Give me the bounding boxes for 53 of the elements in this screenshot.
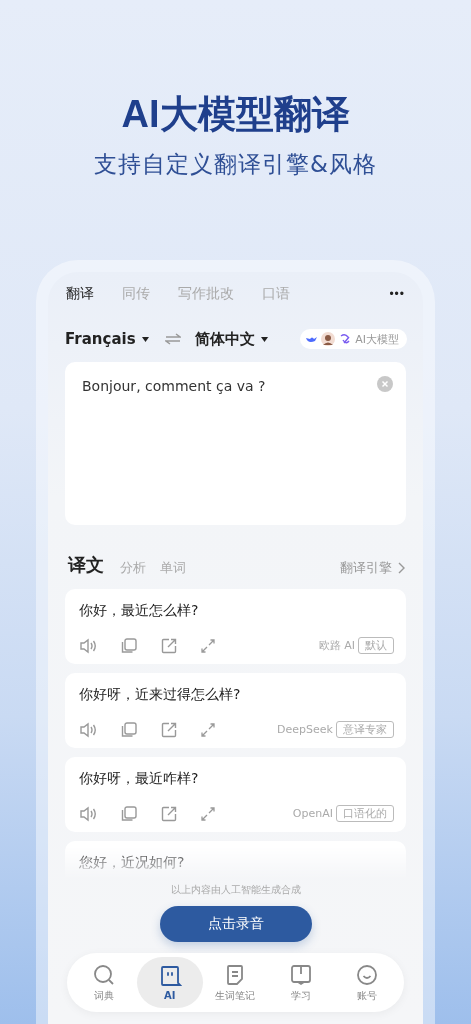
- engine-name: OpenAI: [292, 807, 333, 820]
- share-icon[interactable]: [161, 805, 177, 822]
- style-tag: 口语化的: [336, 805, 394, 822]
- copy-icon[interactable]: [121, 805, 137, 822]
- speaker-icon[interactable]: [79, 805, 97, 822]
- tab[interactable]: 口语: [262, 285, 290, 303]
- result-tab[interactable]: 译文: [68, 553, 104, 577]
- more-button[interactable]: •••: [389, 287, 405, 301]
- caret-icon: [141, 336, 149, 342]
- hero-subtitle: 支持自定义翻译引擎&风格: [94, 150, 377, 179]
- expand-icon[interactable]: [201, 806, 215, 821]
- style-tag: 意译专家: [336, 721, 394, 738]
- clear-icon[interactable]: [377, 376, 393, 392]
- caret-icon: [260, 336, 268, 342]
- nav-item[interactable]: 词典: [71, 957, 137, 1008]
- search-icon: [91, 962, 116, 987]
- result-tab[interactable]: 分析: [120, 559, 146, 577]
- result-tab[interactable]: 单词: [160, 559, 186, 577]
- speaker-icon[interactable]: [79, 721, 97, 738]
- nav-item[interactable]: 生词笔记: [202, 957, 269, 1008]
- translation-text: 你好呀，最近咋样?: [79, 769, 200, 787]
- tab[interactable]: 写作批改: [178, 285, 234, 303]
- style-tag: 默认: [358, 637, 394, 654]
- engine-link[interactable]: 翻译引擎: [340, 559, 405, 577]
- model-badge[interactable]: AI大模型: [300, 329, 407, 349]
- engine-name: DeepSeek: [277, 723, 333, 736]
- share-icon[interactable]: [161, 721, 177, 738]
- model-badge-label: AI大模型: [355, 331, 399, 347]
- avatar-icon: [321, 332, 336, 346]
- tab[interactable]: 同传: [122, 285, 150, 303]
- translation-text: 你好呀，近来过得怎么样?: [79, 685, 242, 703]
- source-text-field[interactable]: Bonjour, comment ça va ?: [82, 378, 352, 394]
- translation-text: 你好，最近怎么样?: [79, 601, 200, 619]
- expand-icon[interactable]: [201, 638, 215, 653]
- expand-icon[interactable]: [201, 722, 215, 737]
- share-icon[interactable]: [161, 637, 177, 654]
- nav-item[interactable]: AI: [136, 957, 203, 1008]
- nav-item[interactable]: 学习: [268, 957, 335, 1008]
- copy-icon[interactable]: [121, 721, 137, 738]
- target-language-dropdown[interactable]: 简体中文: [194, 329, 268, 349]
- copy-icon[interactable]: [121, 637, 137, 654]
- engine-name: 欧路 AI: [318, 638, 355, 653]
- chevron-right-icon: [398, 562, 405, 574]
- speaker-icon[interactable]: [79, 637, 97, 654]
- smile-icon: [355, 962, 380, 987]
- swap-icon[interactable]: [164, 333, 181, 345]
- hero-title: AI大模型翻译: [121, 92, 350, 137]
- nav-item[interactable]: 账号: [334, 957, 400, 1008]
- tab[interactable]: 翻译: [66, 285, 94, 303]
- book-icon: [289, 962, 314, 987]
- translation-text: 您好，近况如何?: [79, 853, 186, 871]
- record-button[interactable]: 点击录音: [159, 906, 312, 942]
- source-language-dropdown[interactable]: Français: [65, 330, 149, 348]
